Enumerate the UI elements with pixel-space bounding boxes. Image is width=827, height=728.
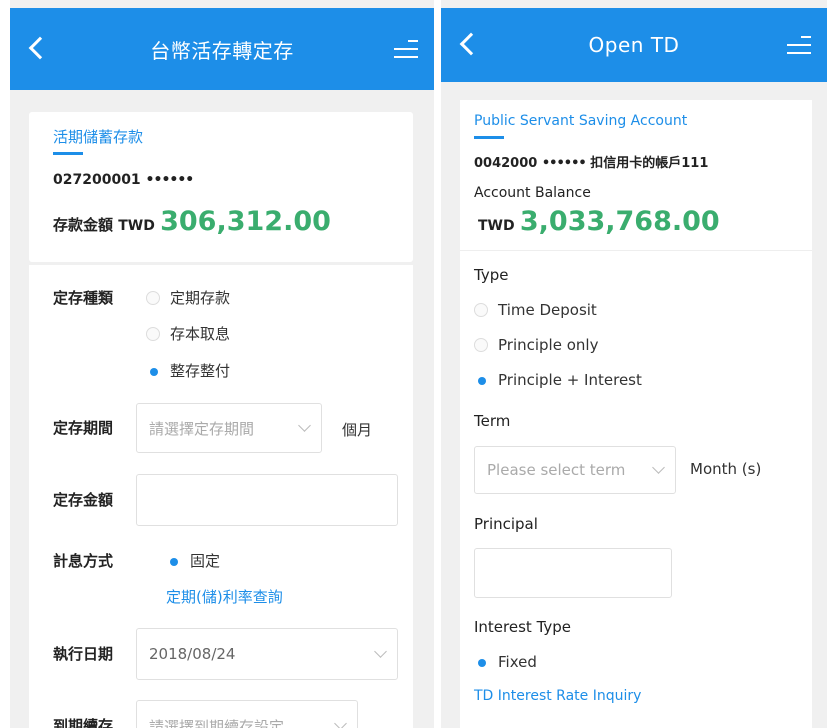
principal-label: 定存金額 (53, 491, 114, 509)
principal-input[interactable] (136, 474, 398, 526)
type-option-label: Time Deposit (498, 301, 597, 319)
interest-option-label: 固定 (190, 552, 221, 570)
account-name: Public Servant Saving Account (474, 113, 688, 129)
currency-label: TWD (478, 218, 515, 234)
type-option-interest-only[interactable]: 存本取息 (146, 323, 230, 344)
balance-amount: 306,312.00 (160, 206, 331, 237)
app-header: 台幣活存轉定存 (10, 8, 434, 90)
page-title: Open TD (588, 33, 680, 57)
renew-select[interactable]: 請選擇到期續存設定 (136, 700, 358, 728)
interest-option-fixed[interactable]: 固定 (166, 550, 220, 571)
type-option-fixed-deposit[interactable]: 定期存款 (146, 287, 230, 308)
date-select[interactable]: 2018/08/24 (136, 628, 398, 680)
principal-label: Principal (474, 515, 538, 533)
type-label: Type (474, 266, 509, 284)
account-nickname: 扣信用卡的帳戶111 (590, 156, 709, 171)
date-label: 執行日期 (53, 645, 114, 663)
term-unit: Month (s) (690, 460, 762, 478)
balance-label: 存款金額 (53, 216, 114, 234)
radio-icon (474, 303, 488, 317)
type-option-label: Principle + Interest (498, 371, 642, 389)
date-value: 2018/08/24 (149, 645, 236, 663)
type-option-label: Principle only (498, 336, 599, 354)
type-label: 定存種類 (53, 289, 114, 307)
radio-checked-icon (474, 655, 488, 669)
type-option-time-deposit[interactable]: Time Deposit (474, 301, 597, 319)
balance-amount: 3,033,768.00 (519, 206, 720, 237)
type-option-label: 定期存款 (170, 289, 231, 307)
menu-icon[interactable] (394, 37, 418, 61)
chinese-screen: 台幣活存轉定存 活期儲蓄存款 027200001 •••••• 存款金額 TWD… (10, 0, 434, 728)
radio-icon (474, 338, 488, 352)
account-underline (474, 136, 504, 139)
term-unit: 個月 (342, 421, 373, 439)
radio-icon (146, 326, 160, 341)
radio-checked-icon (474, 373, 488, 387)
balance-row: 存款金額 TWD 306,312.00 (53, 206, 331, 237)
account-number-text: 027200001 (53, 172, 141, 188)
page-title: 台幣活存轉定存 (150, 38, 294, 63)
renew-label: 到期續存 (53, 717, 114, 728)
deposit-form: 定存種類 定期存款 存本取息 整存整付 定存期間 請選擇定存期間 個月 定存金額… (29, 265, 413, 728)
chevron-down-icon (374, 645, 387, 658)
account-mask: •••••• (541, 156, 587, 171)
chevron-down-icon (334, 717, 347, 728)
menu-icon[interactable] (787, 33, 811, 57)
type-option-label: 整存整付 (170, 362, 231, 380)
radio-checked-icon (146, 363, 160, 378)
interest-option-fixed[interactable]: Fixed (474, 653, 537, 671)
term-placeholder: Please select term (487, 461, 626, 479)
type-option-label: 存本取息 (170, 325, 231, 343)
type-option-principle-only[interactable]: Principle only (474, 336, 598, 354)
type-option-lump-sum[interactable]: 整存整付 (146, 360, 230, 381)
chevron-down-icon (298, 419, 311, 432)
renew-placeholder: 請選擇到期續存設定 (149, 717, 285, 728)
radio-checked-icon (166, 553, 180, 568)
term-select[interactable]: Please select term (474, 446, 676, 494)
term-select[interactable]: 請選擇定存期間 (136, 403, 322, 453)
principal-input[interactable] (474, 548, 672, 598)
deposit-form: Public Servant Saving Account 0042000 ••… (460, 100, 812, 728)
term-placeholder: 請選擇定存期間 (149, 419, 255, 438)
chevron-down-icon (652, 461, 665, 474)
app-header: Open TD (441, 8, 827, 82)
section-divider (460, 250, 812, 251)
english-screen: Open TD Public Servant Saving Account 00… (441, 0, 827, 728)
account-number: 0042000 •••••• 扣信用卡的帳戶111 (474, 152, 708, 171)
interest-option-label: Fixed (498, 653, 537, 671)
term-label: 定存期間 (53, 419, 114, 437)
interest-label: 計息方式 (53, 552, 114, 570)
type-option-principle-interest[interactable]: Principle + Interest (474, 371, 642, 389)
rate-inquiry-link[interactable]: TD Interest Rate Inquiry (474, 688, 641, 704)
account-number-text: 0042000 (474, 156, 538, 171)
term-label: Term (474, 412, 511, 430)
interest-label: Interest Type (474, 618, 572, 636)
currency-label: TWD (118, 218, 155, 234)
account-name: 活期儲蓄存款 (53, 128, 144, 146)
account-card: 活期儲蓄存款 027200001 •••••• 存款金額 TWD 306,312… (29, 112, 413, 262)
radio-icon (146, 290, 160, 305)
balance-row: TWD 3,033,768.00 (478, 206, 720, 237)
rate-inquiry-link[interactable]: 定期(儲)利率查詢 (166, 586, 283, 607)
account-number: 027200001 •••••• (53, 172, 195, 188)
account-mask: •••••• (145, 172, 195, 188)
balance-label: Account Balance (474, 185, 591, 201)
account-underline (53, 152, 83, 155)
